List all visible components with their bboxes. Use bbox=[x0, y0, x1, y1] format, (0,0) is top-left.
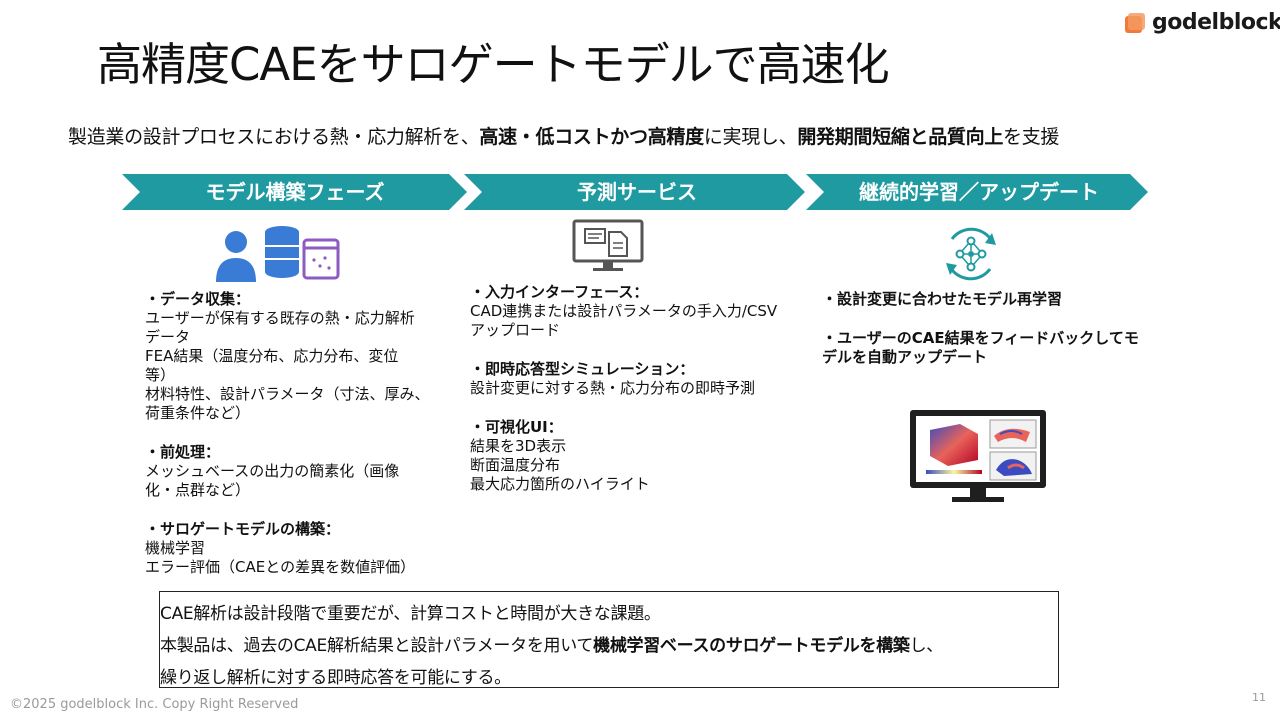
prediction-service-details: ・入力インターフェース： CAD連携または設計パラメータの手入力/CSV アップ… bbox=[470, 283, 777, 494]
section-line: 最大応力箇所のハイライト bbox=[470, 475, 650, 493]
subtitle-part: 製造業の設計プロセスにおける熱・応力解析を、 bbox=[68, 126, 480, 148]
section-line: 等） bbox=[145, 366, 176, 384]
company-logo: godelblock bbox=[1124, 10, 1280, 35]
section-line: エラー評価（CAEとの差異を数値評価） bbox=[145, 558, 416, 576]
copyright-footer: ©2025 godelblock Inc. Copy Right Reserve… bbox=[10, 697, 299, 712]
section-line: CAD連携または設計パラメータの手入力/CSV bbox=[470, 302, 778, 320]
phase-label-2: 予測サービス bbox=[577, 180, 697, 204]
summary-line-3: 繰り返し解析に対する即時応答を可能にする。 bbox=[160, 668, 511, 688]
logo-mark-icon bbox=[1125, 12, 1145, 33]
section-heading: ・可視化UI： bbox=[470, 418, 563, 436]
section-heading: ・データ収集： bbox=[145, 290, 251, 308]
monitor-document-icon bbox=[572, 219, 644, 271]
summary-line-1: CAE解析は設計段階で重要だが、計算コストと時間が大きな課題。 bbox=[160, 604, 661, 624]
section-heading: ・前処理： bbox=[145, 443, 221, 461]
section-line: ユーザーが保有する既存の熱・応力解析 bbox=[145, 309, 415, 327]
section-line: データ bbox=[145, 328, 191, 346]
simulation-monitor-icon bbox=[910, 410, 1046, 502]
update-item: ・設計変更に合わせたモデル再学習 bbox=[822, 290, 1063, 308]
subtitle-part: を支援 bbox=[1003, 126, 1060, 148]
section-heading: ・入力インターフェース： bbox=[470, 283, 649, 301]
page-title: 高精度CAEをサロゲートモデルで高速化 bbox=[97, 38, 890, 91]
section-line: FEA結果（温度分布、応力分布、変位 bbox=[145, 347, 399, 365]
summary-box: CAE解析は設計段階で重要だが、計算コストと時間が大きな課題。 本製品は、過去の… bbox=[159, 591, 1059, 688]
data-collection-icon bbox=[216, 226, 340, 282]
summary-part: 本製品は、過去のCAE解析結果と設計パラメータを用いて bbox=[160, 636, 594, 656]
logo-text: godelblock bbox=[1152, 10, 1280, 35]
subtitle-emphasis: 高速・低コストかつ高精度 bbox=[479, 126, 704, 148]
section-heading: ・即時応答型シミュレーション： bbox=[470, 360, 695, 378]
update-item: ・ユーザーのCAE結果をフィードバックしてモ bbox=[822, 329, 1139, 347]
section-heading: ・サロゲートモデルの構築： bbox=[145, 520, 341, 538]
section-line: 設計変更に対する熱・応力分布の即時予測 bbox=[470, 379, 756, 397]
model-building-details: ・データ収集： ユーザーが保有する既存の熱・応力解析 データ FEA結果（温度分… bbox=[145, 290, 430, 577]
section-line: 荷重条件など） bbox=[145, 404, 251, 422]
continuous-learning-details: ・設計変更に合わせたモデル再学習 ・ユーザーのCAE結果をフィードバックしてモ … bbox=[822, 290, 1139, 367]
phase-label-3: 継続的学習／アップデート bbox=[859, 180, 1099, 204]
section-line: 結果を3D表示 bbox=[470, 437, 567, 455]
summary-line-2: 本製品は、過去のCAE解析結果と設計パラメータを用いて機械学習ベースのサロゲート… bbox=[160, 631, 943, 656]
section-line: 材料特性、設計パラメータ（寸法、厚み、 bbox=[145, 385, 430, 403]
phase-label-1: モデル構築フェーズ bbox=[205, 180, 385, 204]
section-line: 機械学習 bbox=[145, 539, 206, 557]
summary-part: し、 bbox=[909, 636, 944, 656]
subtitle-part: に実現し、 bbox=[703, 126, 798, 148]
update-item: デルを自動アップデート bbox=[822, 348, 988, 366]
section-line: 断面温度分布 bbox=[470, 456, 561, 474]
summary-emphasis: 機械学習ベースのサロゲートモデルを構築 bbox=[593, 636, 910, 656]
section-line: 化・点群など） bbox=[145, 481, 251, 499]
subtitle: 製造業の設計プロセスにおける熱・応力解析を、高速・低コストかつ高精度に実現し、開… bbox=[68, 122, 1059, 149]
ai-update-icon bbox=[946, 227, 996, 281]
subtitle-emphasis: 開発期間短縮と品質向上 bbox=[797, 126, 1004, 148]
section-line: メッシュベースの出力の簡素化（画像 bbox=[145, 462, 400, 480]
section-line: アップロード bbox=[470, 321, 561, 339]
page-number: 11 bbox=[1252, 691, 1266, 704]
